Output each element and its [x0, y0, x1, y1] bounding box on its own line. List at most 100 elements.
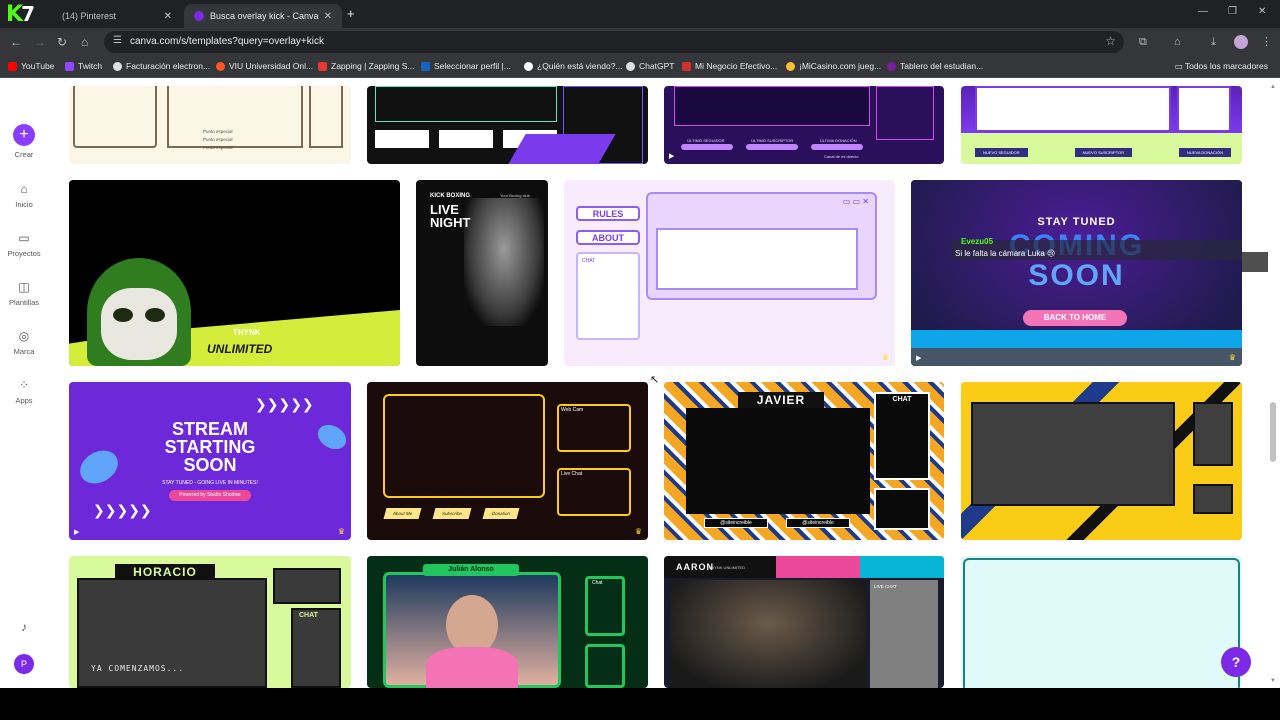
scrollbar[interactable] [1268, 80, 1280, 688]
bookmark-perfil[interactable]: Seleccionar perfil |... [421, 61, 511, 71]
template-card-thynk[interactable]: THYNK UNLIMITED [69, 180, 400, 366]
close-icon[interactable]: ✕ [324, 11, 332, 22]
chatgpt-icon [626, 61, 635, 71]
streamer-name: Julián Alonso [423, 564, 519, 576]
template-card-julian[interactable]: Julián Alonso Chat [367, 556, 648, 688]
template-card-horacio[interactable]: HORACIO CHAT YA COMENZAMOS... [69, 556, 351, 688]
new-tab-icon[interactable]: + [347, 6, 355, 21]
tab-label: Busca overlay kick - Canva [210, 11, 319, 21]
template-card-boxing[interactable]: KICK BOXING LIVE NIGHT Your Boxing club [416, 180, 548, 366]
star-icon [439, 130, 493, 148]
scrollbar-thumb[interactable] [1270, 402, 1276, 462]
extensions-icon[interactable]: ⧉ [1139, 36, 1151, 48]
rules-button: RULES [576, 206, 640, 221]
bell-icon: ♪ [21, 620, 27, 634]
window-frame: ▭ ▭ ✕ [646, 192, 877, 300]
template-card-teal[interactable] [961, 556, 1242, 688]
site-icon [786, 61, 795, 71]
template-card-javier[interactable]: JAVIER CHAT @siteincreible @siteincreibl… [664, 382, 944, 540]
bookmark-negocio[interactable]: Mi Negocio Efectivo... [682, 61, 777, 71]
screen: K7 (14) Pinterest ✕ Busca overlay kick -… [0, 0, 1280, 720]
bookmark-tablero[interactable]: Tablero del estudian... [887, 61, 983, 71]
shopping-icon[interactable]: ⌂ [1174, 36, 1186, 48]
all-bookmarks[interactable]: ▭ Todos los marcadores [1175, 61, 1268, 72]
download-icon[interactable]: ⤓ [1211, 36, 1223, 48]
bookmark-twitch[interactable]: Twitch [65, 61, 102, 71]
tab-canva[interactable]: Busca overlay kick - Canva ✕ [184, 4, 342, 28]
browser-toolbar: ← → ↻ ⌂ ☰ canva.com/s/templates?query=ov… [0, 28, 1280, 56]
chat-overlay: Evezu05 Si le falta la cámara Luka 😢 [951, 237, 1242, 260]
bookmark-star-icon[interactable]: ☆ [1105, 34, 1116, 48]
bookmark-facturacion[interactable]: Facturación electron... [113, 61, 210, 71]
chat-frame: CHAT [291, 608, 341, 688]
template-card-gold[interactable]: Web Cam Live Chat About Me Subscribe Don… [367, 382, 648, 540]
frame-shape [375, 86, 557, 122]
template-card-cute-pink[interactable]: RULES ABOUT CHAT ▭ ▭ ✕ ♛ [564, 180, 895, 366]
scroll-up-icon[interactable]: ▲ [1270, 84, 1276, 90]
frame-shape [963, 558, 1240, 688]
back-home-button: BACK TO HOME [1023, 310, 1127, 326]
frame-shape [383, 394, 545, 498]
canva-sidebar: + Crear ⌂ Inicio ▭ Proyectos ◫ Plantilla… [0, 80, 48, 688]
template-card-stream-starting[interactable]: STREAM STARTING SOON STAY TUNED - GOING … [69, 382, 351, 540]
frame-shape [674, 86, 870, 126]
crown-icon: ♛ [881, 353, 889, 362]
play-icon: ▶ [74, 529, 80, 536]
sidebar-item-templates[interactable]: ◫ Plantillas [0, 280, 48, 307]
brand-icon: ◎ [18, 329, 30, 343]
template-card-aaron[interactable]: AARON TWYNK UNLIMITED LIVE CHAT [664, 556, 944, 688]
minimize-icon[interactable]: — [1198, 6, 1208, 17]
video-frame [686, 408, 870, 514]
template-card-coming-soon[interactable]: STAY TUNED COMING SOON BACK TO HOME Evez… [911, 180, 1242, 366]
tab-pinterest[interactable]: (14) Pinterest ✕ [52, 4, 182, 28]
close-icon[interactable]: ✕ [164, 11, 172, 22]
site-info-icon[interactable]: ☰ [113, 35, 122, 46]
team-name: TWYNK UNLIMITED [708, 565, 746, 570]
gold-tabs: About Me Subscribe Donation [383, 508, 545, 519]
user-icon [375, 130, 429, 148]
bookmark-chatgpt[interactable]: ChatGPT [626, 61, 674, 71]
bookmark-zapping[interactable]: Zapping | Zapping S... [318, 61, 414, 71]
site-icon [421, 61, 430, 71]
panda-mascot-icon [87, 258, 191, 366]
notifications-button[interactable]: ♪ [0, 620, 48, 638]
sidebar-item-create[interactable]: + Crear [0, 124, 48, 159]
profile-avatar[interactable] [1234, 35, 1248, 49]
template-card-yellow[interactable] [961, 382, 1242, 540]
video-letterbox [0, 688, 1280, 720]
site-icon [524, 61, 533, 71]
back-icon[interactable]: ← [10, 35, 22, 49]
chat-frame: Chat [585, 576, 625, 636]
sidebar-item-apps[interactable]: ⁘ Apps [0, 378, 48, 405]
sidebar-item-brand[interactable]: ◎ Marca [0, 329, 48, 356]
scroll-down-icon[interactable]: ▼ [1270, 678, 1276, 684]
brand-name: THYNK [233, 328, 261, 337]
webcam-frame: Web Cam [557, 404, 631, 452]
address-bar[interactable]: ☰ canva.com/s/templates?query=overlay+ki… [104, 31, 1124, 53]
side-frame [1193, 484, 1233, 514]
user-avatar[interactable]: P [14, 654, 34, 674]
sidebar-item-home[interactable]: ⌂ Inicio [0, 182, 48, 209]
template-card-neon-green[interactable]: NUEVO SEGUIDOR NUEVO SUSCRIPTOR NUEVA DO… [961, 86, 1242, 164]
restore-icon[interactable]: ❐ [1228, 6, 1237, 17]
chevrons-icon: ❯❯❯❯❯ [255, 396, 314, 412]
help-button[interactable]: ? [1221, 647, 1251, 677]
bookmark-viu[interactable]: VIU Universidad Onl... [216, 61, 313, 71]
cam-frame [874, 488, 930, 530]
bookmark-youtube[interactable]: YouTube [8, 61, 54, 71]
forward-icon[interactable]: → [34, 35, 46, 49]
bookmark-micasino[interactable]: ¡MiCasino.com jueg... [786, 61, 881, 71]
menu-icon[interactable]: ⋮ [1261, 36, 1273, 48]
about-button: ABOUT [576, 230, 640, 245]
reload-icon[interactable]: ↻ [57, 35, 67, 49]
template-card-cozy[interactable]: Punto especial Punto especial Punto espe… [69, 86, 351, 164]
sidebar-item-projects[interactable]: ▭ Proyectos [0, 231, 48, 258]
site-icon [887, 61, 896, 71]
home-icon[interactable]: ⌂ [81, 35, 88, 49]
template-card-purple-hud[interactable]: ÚLTIMO SEGUIDOR ÚLTIMO SUSCRIPTOR ÚLTIMA… [664, 86, 944, 164]
bookmark-quien[interactable]: ¿Quién está viendo?... [524, 61, 623, 71]
window-close-icon[interactable]: ✕ [1258, 6, 1266, 17]
template-card-dark-purple[interactable] [367, 86, 648, 164]
cam-frame [273, 568, 341, 604]
url-text[interactable]: canva.com/s/templates?query=overlay+kick [130, 36, 324, 47]
